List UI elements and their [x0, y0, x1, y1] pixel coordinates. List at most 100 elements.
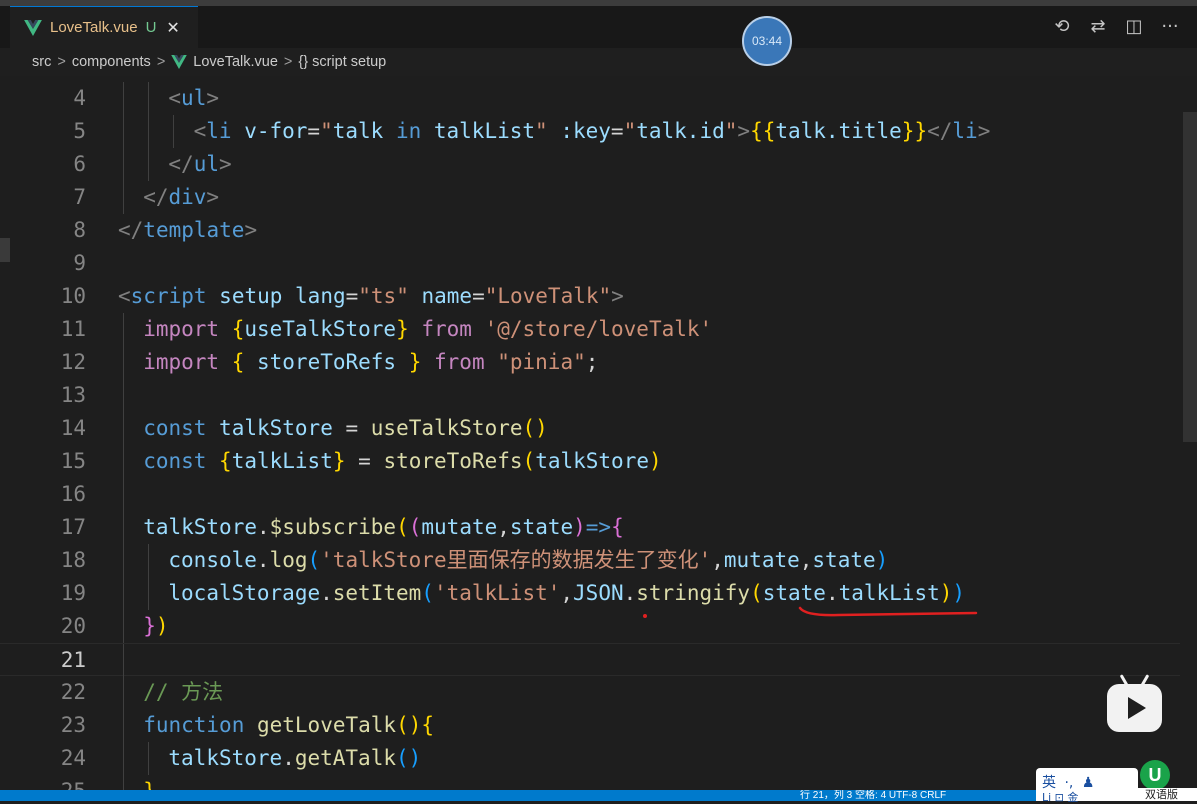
code-line[interactable]: 12 import { storeToRefs } from "pinia";	[0, 346, 1180, 379]
code-token: }	[332, 449, 359, 473]
ime-toolbar[interactable]: 英 ·, ♟ Li ⊡ 金	[1036, 768, 1138, 804]
code-text: </ul>	[168, 148, 231, 181]
code-token: =	[610, 119, 624, 143]
code-token: li	[206, 119, 245, 143]
code-token: storeToRefs	[257, 350, 409, 374]
ime-punct[interactable]: ·,	[1064, 775, 1073, 791]
code-token: )	[939, 581, 953, 605]
code-token: .	[320, 581, 333, 605]
code-token: }	[143, 614, 156, 638]
code-line[interactable]: 16	[0, 478, 1180, 511]
code-line[interactable]: 21	[0, 643, 1180, 677]
code-token: "	[535, 119, 548, 143]
code-token: >	[218, 152, 232, 176]
line-number: 6	[73, 152, 86, 176]
ime-lang[interactable]: 英	[1042, 775, 1056, 791]
code-token: ,	[497, 515, 510, 539]
tab-filename: LoveTalk.vue	[50, 19, 138, 36]
code-token: {	[219, 449, 232, 473]
code-token: storeToRefs	[383, 449, 523, 473]
line-number: 23	[60, 713, 86, 737]
code-line[interactable]: 19 localStorage.setItem('talkList',JSON.s…	[0, 577, 1180, 610]
breadcrumb: src > components > LoveTalk.vue > {} scr…	[0, 48, 1197, 76]
indent-guide	[123, 148, 124, 181]
code-token: =>	[585, 515, 612, 539]
code-line[interactable]: 13	[0, 379, 1180, 412]
code-token: talkStore	[168, 746, 283, 770]
code-token: stringify	[636, 581, 751, 605]
chevron-right-icon: >	[156, 54, 166, 70]
code-line[interactable]: 25}	[0, 775, 1180, 790]
close-icon[interactable]: ✕	[166, 18, 179, 37]
code-token: =	[472, 284, 485, 308]
line-number: 11	[60, 317, 86, 341]
code-token: from	[434, 350, 498, 374]
code-line[interactable]: 7 </div>	[0, 181, 1180, 214]
code-line[interactable]: 9	[0, 247, 1180, 280]
indent-guide	[148, 82, 150, 115]
code-token: (	[307, 548, 321, 572]
code-line[interactable]: 22 // 方法	[0, 676, 1180, 709]
play-icon[interactable]	[1107, 684, 1162, 732]
indent-guide	[148, 115, 150, 148]
code-token: ,	[799, 548, 813, 572]
code-token: .	[623, 581, 637, 605]
code-line[interactable]: 5 <li v-for="talk in talkList" :key="talk…	[0, 115, 1180, 148]
breadcrumb-file[interactable]: LoveTalk.vue	[193, 54, 278, 70]
code-line[interactable]: 20})	[0, 610, 1180, 643]
code-text: <li v-for="talk in talkList" :key="talk.…	[194, 115, 991, 148]
compare-icon[interactable]: ⇄	[1087, 16, 1109, 37]
vertical-scrollbar[interactable]	[1183, 112, 1197, 442]
code-token: (	[421, 581, 434, 605]
code-line[interactable]: 23 function getLoveTalk(){	[0, 709, 1180, 742]
code-line[interactable]: 24 talkStore.getATalk()	[0, 742, 1180, 775]
code-text: talkStore.getATalk()	[168, 742, 421, 775]
code-token: talk.id	[636, 119, 725, 143]
gutter-marker	[0, 238, 10, 262]
user-icon[interactable]: ♟	[1082, 775, 1095, 791]
indent-guide	[123, 313, 124, 346]
code-line[interactable]: 6 </ul>	[0, 148, 1180, 181]
code-token: :key	[560, 119, 611, 143]
code-token: // 方法	[143, 680, 224, 704]
code-token: <	[193, 119, 207, 143]
tab-lovetalk-vue[interactable]: LoveTalk.vue U ✕	[10, 6, 198, 48]
code-token: JSON	[573, 581, 624, 605]
history-icon[interactable]: ⟲	[1051, 16, 1073, 37]
line-number: 17	[60, 515, 86, 539]
code-line[interactable]: 11 import {useTalkStore} from '@/store/lo…	[0, 313, 1180, 346]
code-token: setup	[219, 284, 296, 308]
code-token: ()	[396, 746, 422, 770]
code-line[interactable]: 10 <script setup lang="ts" name="LoveTalk…	[0, 280, 1180, 313]
code-line[interactable]: 17 talkStore.$subscribe((mutate,state)=>{	[0, 511, 1180, 544]
code-token: 'talkStore里面保存的数据发生了变化'	[320, 548, 712, 572]
code-text: <script setup lang="ts" name="LoveTalk">	[118, 280, 624, 313]
code-line[interactable]: 18 console.log('talkStore里面保存的数据发生了变化',mu…	[0, 544, 1180, 577]
code-token: {	[611, 515, 624, 539]
code-line[interactable]: 8 </template>	[0, 214, 1180, 247]
code-editor[interactable]: 4 <ul> 5 <li v-for="talk in talkList" :key=…	[0, 82, 1197, 790]
code-token: "ts"	[358, 284, 422, 308]
line-number: 5	[73, 119, 86, 143]
code-token: talk.title	[775, 119, 902, 143]
code-text: }	[143, 775, 156, 790]
code-line[interactable]: 14 const talkStore = useTalkStore()	[0, 412, 1180, 445]
code-token: )	[573, 515, 586, 539]
indent-guide	[123, 544, 124, 577]
breadcrumb-src[interactable]: src	[32, 54, 51, 70]
more-icon[interactable]: ···	[1159, 16, 1181, 37]
code-line[interactable]: 4 <ul>	[0, 82, 1180, 115]
code-token: localStorage	[168, 581, 321, 605]
code-token: "	[724, 119, 738, 143]
code-token: .	[282, 746, 295, 770]
split-editor-icon[interactable]: ◫	[1123, 16, 1145, 37]
indent-guide	[123, 445, 124, 478]
code-line[interactable]: 15 const {talkList} = storeToRefs(talkSto…	[0, 445, 1180, 478]
indent-guide	[123, 379, 124, 412]
breadcrumb-components[interactable]: components	[72, 54, 151, 70]
line-number: 25	[0, 775, 86, 790]
breadcrumb-symbol[interactable]: {} script setup	[298, 54, 386, 70]
indent-guide	[123, 82, 124, 115]
indent-guide	[148, 544, 150, 577]
